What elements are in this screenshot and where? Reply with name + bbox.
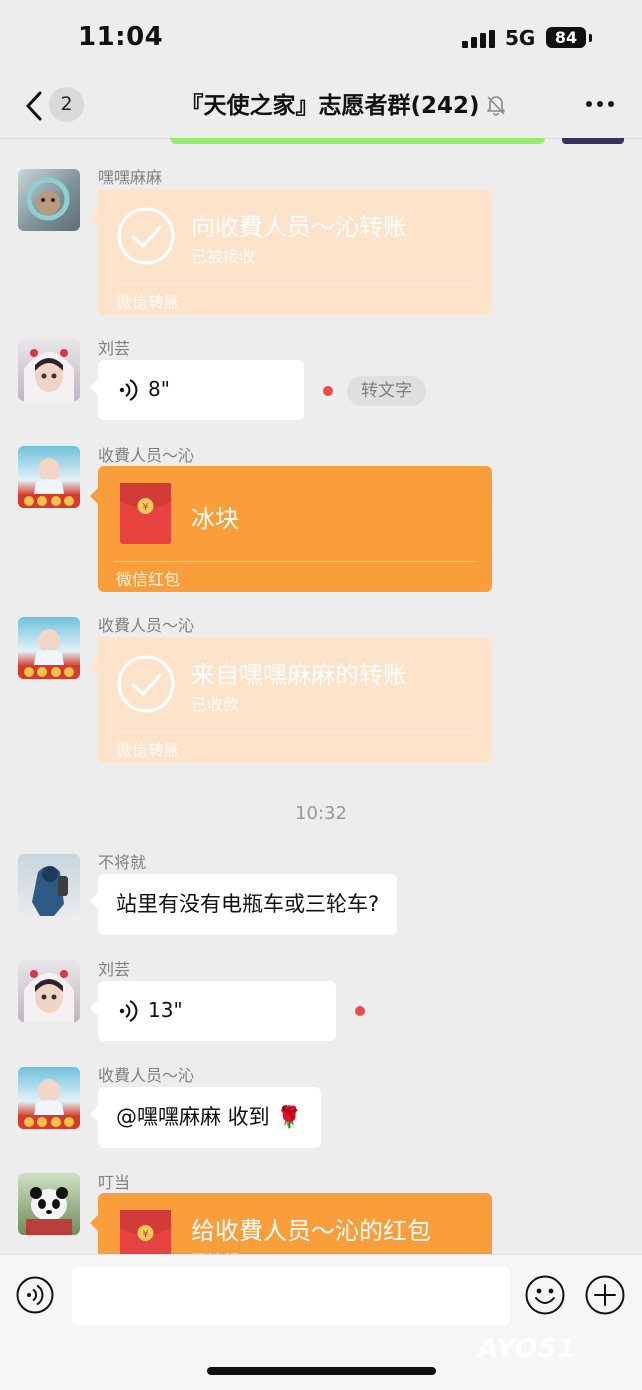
emoji-icon[interactable] [525,1275,565,1315]
chat-header: 2 『天使之家』志愿者群(242) [0,76,642,139]
transfer-status: 已被接收 [191,247,256,266]
status-bar: 11:04 5G 84 [0,0,642,76]
more-options-icon[interactable] [586,101,616,109]
red-packet-title: 给收費人员～沁的红包 [191,1217,431,1245]
rose-emoji: 🌹 [276,1105,303,1129]
sender-name: 嘿嘿麻麻 [98,168,163,187]
message-timestamp: 10:32 [295,803,347,824]
unread-count-badge[interactable]: 2 [49,87,84,122]
text-message[interactable]: 站里有没有电瓶车或三轮车? [89,874,398,935]
sender-name: 收費人员～沁 [98,446,195,465]
home-indicator[interactable] [207,1367,436,1375]
battery-icon: 84 [546,27,586,48]
sender-name: 收費人员～沁 [98,1066,195,1085]
check-circle-icon [117,655,175,713]
card-divider [114,561,476,562]
transfer-footer: 微信转账 [116,293,181,312]
sender-name: 收費人员～沁 [98,616,195,635]
avatar[interactable] [18,854,80,916]
message-input[interactable] [72,1266,510,1326]
avatar[interactable] [18,169,80,231]
sender-name: 刘芸 [98,960,131,979]
status-time: 11:04 [78,22,164,52]
transfer-message[interactable]: 来自嘿嘿麻麻的转账 已收款 微信转账 [90,637,492,763]
red-packet-footer: 微信红包 [116,570,181,589]
avatar[interactable] [18,446,80,508]
watermark: AYO51 [478,1334,577,1364]
mute-bell-icon [487,96,505,116]
avatar[interactable] [18,1067,80,1129]
back-arrow-icon[interactable] [22,88,52,124]
previous-message-bubble [170,138,545,144]
avatar[interactable] [18,617,80,679]
sender-name: 不将就 [98,853,147,872]
voice-duration: 8" [148,377,170,401]
check-circle-icon [117,207,175,265]
red-packet-title: 冰块 [191,505,239,533]
previous-message-avatar [562,138,624,144]
network-type: 5G [505,26,536,50]
avatar[interactable] [18,339,80,401]
transfer-status: 已收款 [191,695,240,714]
text-message[interactable]: @嘿嘿麻麻 收到 🌹 [90,1087,321,1148]
unread-voice-dot [355,1006,365,1016]
chat-title[interactable]: 『天使之家』志愿者群(242) [150,86,510,120]
convert-to-text-button[interactable]: 转文字 [347,376,426,406]
voice-wave-icon [119,1000,138,1022]
red-packet-icon: ¥ [120,483,171,544]
avatar[interactable] [18,1173,80,1235]
voice-message[interactable]: 8" [90,360,304,420]
transfer-footer: 微信转账 [116,741,181,760]
sender-name: 刘芸 [98,339,131,358]
svg-text:¥: ¥ [142,502,148,513]
avatar[interactable] [18,960,80,1022]
cellular-signal-icon [462,30,496,48]
plus-icon[interactable] [585,1275,625,1315]
card-divider [114,732,476,733]
transfer-title: 来自嘿嘿麻麻的转账 [191,661,407,689]
battery-cap [589,34,592,42]
voice-wave-icon [119,379,138,401]
voice-message[interactable]: 13" [90,981,336,1041]
message-text: @嘿嘿麻麻 收到 [116,1105,270,1129]
red-packet-message[interactable]: ¥ 冰块 微信红包 [90,466,492,592]
card-divider [114,284,476,285]
svg-text:¥: ¥ [142,1229,148,1240]
voice-duration: 13" [148,998,183,1022]
transfer-message[interactable]: 向收費人员～沁转账 已被接收 微信转账 [90,189,492,315]
sender-name: 叮当 [98,1173,131,1192]
unread-voice-dot [323,386,333,396]
voice-input-icon[interactable] [16,1276,54,1314]
message-text: 站里有没有电瓶车或三轮车? [116,892,380,916]
transfer-title: 向收費人员～沁转账 [191,213,407,241]
